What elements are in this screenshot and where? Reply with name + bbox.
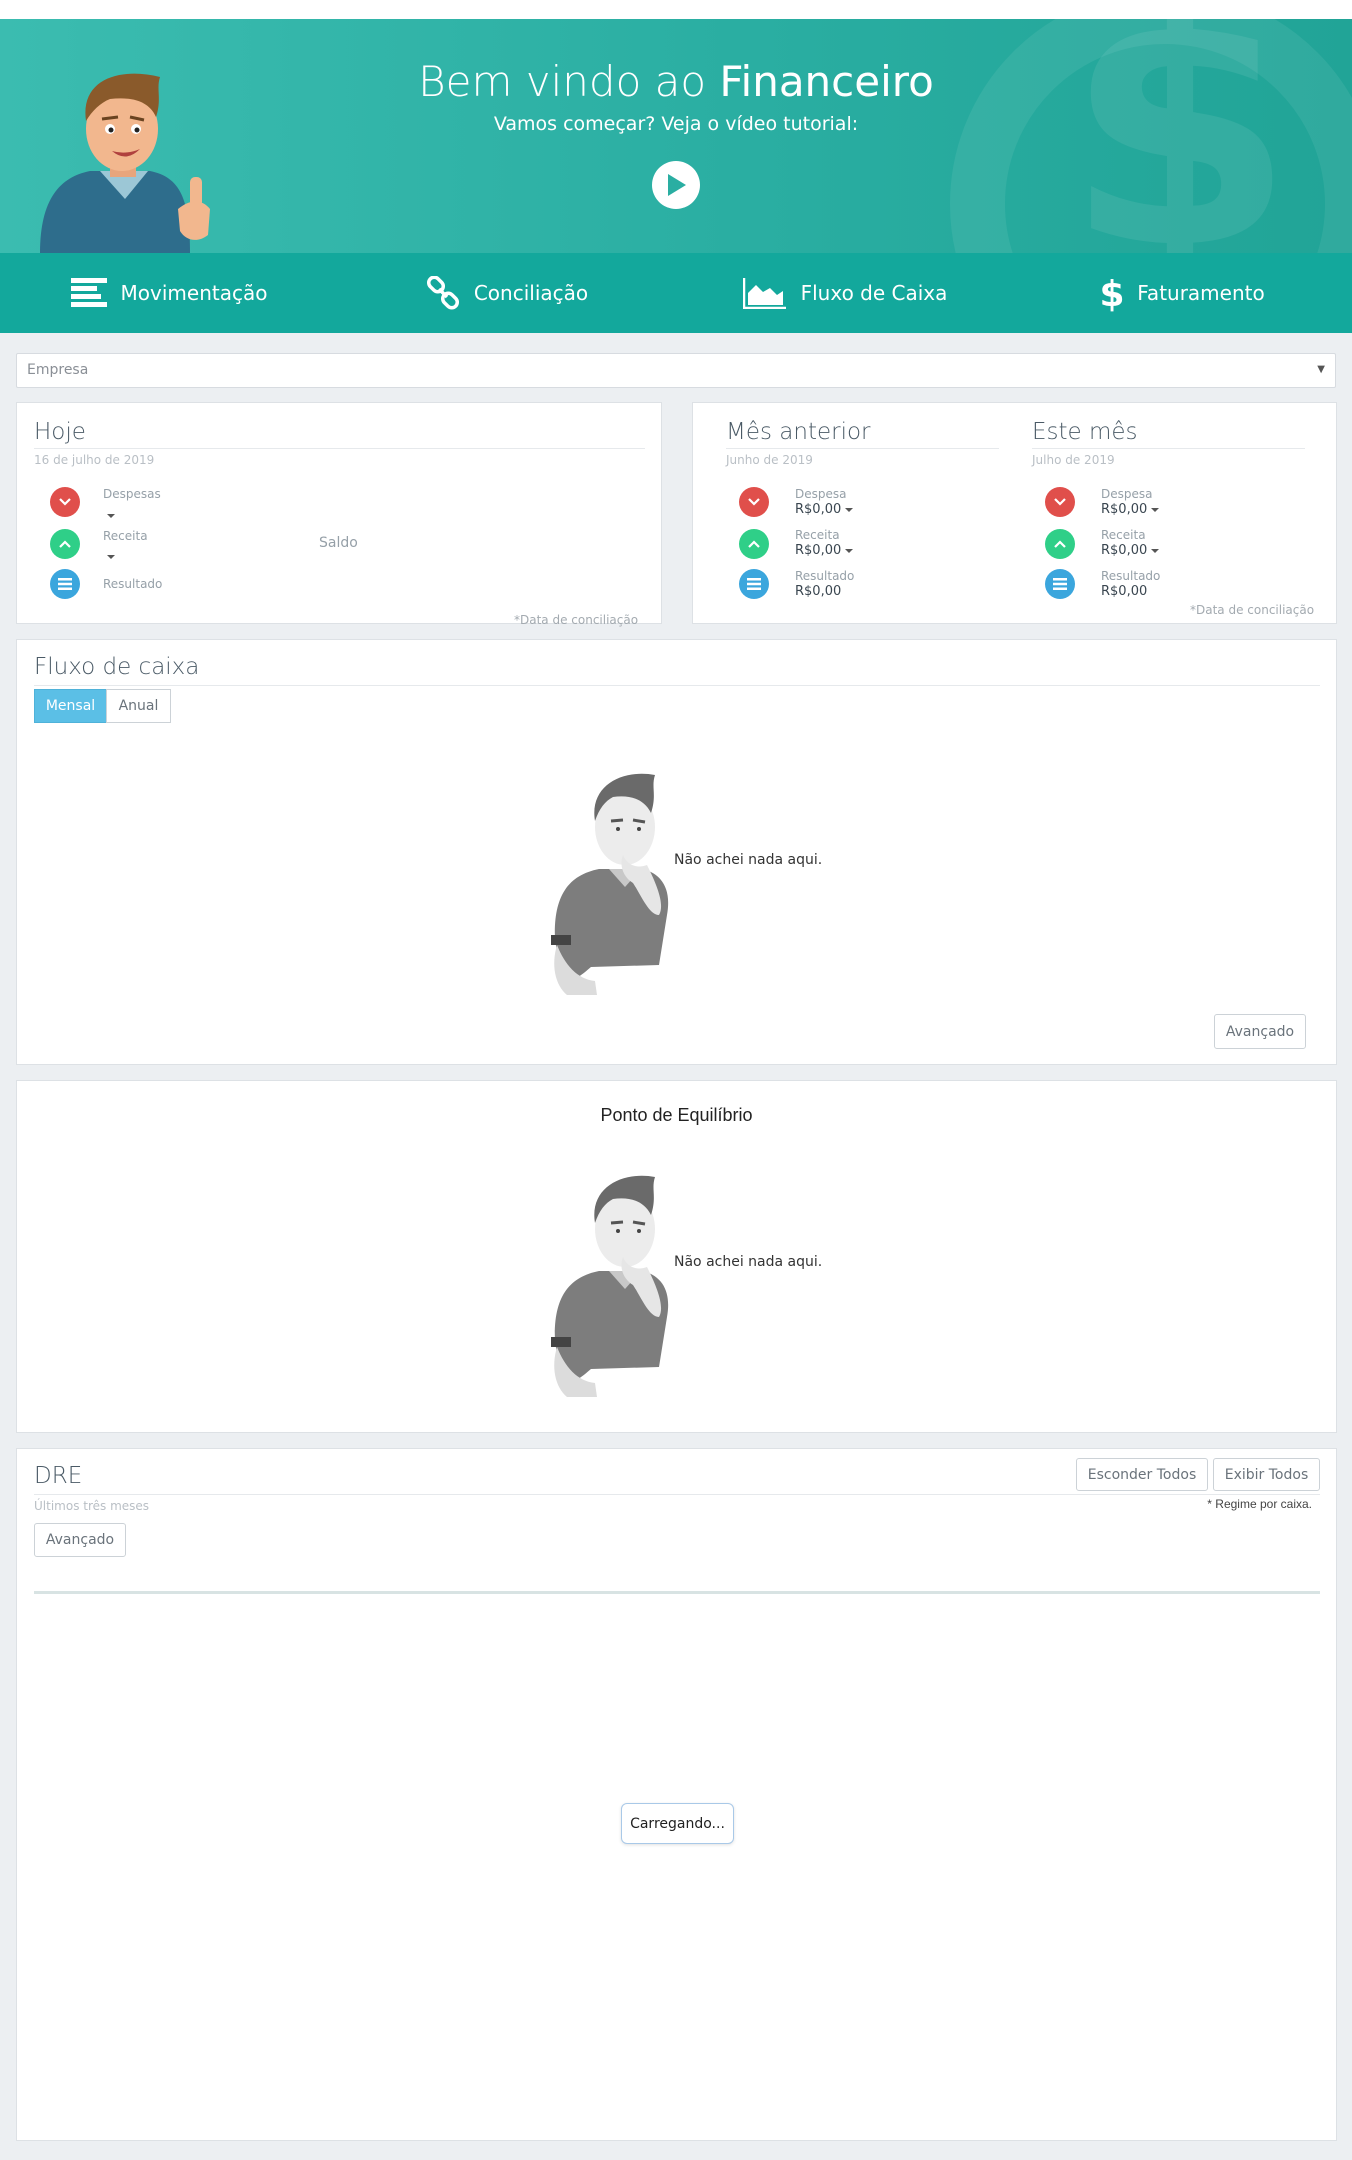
caret-down-icon: [1151, 507, 1160, 512]
previous-receita-value[interactable]: R$0,00: [795, 543, 854, 558]
cash-flow-card: Fluxo de caixa Mensal Anual Não achei na…: [16, 639, 1337, 1065]
income-icon: [1045, 529, 1075, 559]
main-nav: Movimentação Conciliação Fluxo de Caixa …: [0, 253, 1352, 333]
welcome-banner: $ Bem vindo ao Financeiro Vamos começar?…: [0, 19, 1352, 253]
thinking-man-icon: [551, 1175, 669, 1397]
dollar-watermark-icon: $: [1065, 19, 1295, 253]
despesas-label: Despesas: [103, 487, 161, 501]
welcome-title: Bem vindo ao Financeiro: [300, 57, 1052, 106]
expense-icon: [739, 487, 769, 517]
show-all-button[interactable]: Exibir Todos: [1213, 1458, 1320, 1491]
result-icon: [1045, 569, 1075, 599]
welcome-title-brand: Financeiro: [719, 57, 934, 106]
dollar-icon: $: [1101, 274, 1123, 312]
dre-title: DRE: [34, 1463, 83, 1489]
caret-down-icon: [845, 548, 854, 553]
area-chart-icon: [742, 278, 786, 309]
nav-item-movimentacao[interactable]: Movimentação: [0, 253, 338, 333]
empresa-select-placeholder: Empresa: [27, 362, 89, 378]
previous-despesa-label: Despesa: [795, 487, 847, 501]
receita-label: Receita: [103, 529, 148, 543]
divider: [34, 685, 1320, 686]
previous-despesa-value[interactable]: R$0,00: [795, 502, 854, 517]
previous-month-title: Mês anterior: [726, 419, 871, 445]
nav-label-faturamento: Faturamento: [1137, 281, 1265, 305]
empty-state: Não achei nada aqui.: [547, 765, 847, 995]
divider: [1032, 448, 1305, 449]
months-card: Mês anterior Junho de 2019 Despesa R$0,0…: [692, 402, 1337, 624]
previous-receita-label: Receita: [795, 528, 840, 542]
current-despesa-amount: R$0,00: [1101, 502, 1148, 517]
dre-subtitle: Últimos três meses: [34, 1499, 150, 1513]
svg-text:$: $: [1101, 274, 1123, 312]
mascot-thumbs-up-icon: [40, 73, 210, 253]
empty-state-text: Não achei nada aqui.: [674, 1254, 823, 1270]
previous-receita-amount: R$0,00: [795, 543, 842, 558]
advanced-button[interactable]: Avançado: [34, 1523, 126, 1557]
previous-despesa-amount: R$0,00: [795, 502, 842, 517]
today-date: 16 de julho de 2019: [34, 453, 155, 467]
nav-item-conciliacao[interactable]: Conciliação: [338, 253, 676, 333]
welcome-title-prefix: Bem vindo ao: [418, 57, 720, 106]
welcome-subtitle: Vamos começar? Veja o vídeo tutorial:: [493, 113, 859, 135]
empty-state-text: Não achei nada aqui.: [674, 852, 823, 868]
table-divider: [34, 1591, 1320, 1594]
result-icon: [739, 569, 769, 599]
thinking-man-icon: [551, 773, 669, 995]
current-receita-value[interactable]: R$0,00: [1101, 543, 1160, 558]
top-strip: [0, 0, 1352, 19]
divider: [726, 448, 999, 449]
current-receita-label: Receita: [1101, 528, 1146, 542]
cash-flow-title: Fluxo de caixa: [34, 654, 200, 680]
current-receita-amount: R$0,00: [1101, 543, 1148, 558]
conciliation-note: *Data de conciliação: [1190, 603, 1315, 617]
nav-item-faturamento[interactable]: $ Faturamento: [1014, 253, 1352, 333]
empty-state: Não achei nada aqui.: [547, 1167, 847, 1397]
income-icon: [739, 529, 769, 559]
resultado-label: Resultado: [103, 577, 163, 591]
list-lines-icon: [70, 278, 107, 307]
current-month-title: Este mês: [1032, 419, 1138, 445]
link-chain-icon: [426, 276, 459, 310]
current-despesa-label: Despesa: [1101, 487, 1153, 501]
result-icon: [50, 569, 80, 599]
nav-label-conciliacao: Conciliação: [473, 281, 589, 305]
despesas-dropdown-caret[interactable]: [107, 505, 115, 524]
regime-note: * Regime por caixa.: [1207, 1497, 1312, 1511]
caret-down-icon: [845, 507, 854, 512]
break-even-card: Ponto de Equilíbrio Não achei nada aqui.: [16, 1080, 1337, 1433]
advanced-button[interactable]: Avançado: [1214, 1014, 1306, 1049]
break-even-title: Ponto de Equilíbrio: [600, 1105, 753, 1125]
current-resultado-value: R$0,00: [1101, 584, 1148, 599]
conciliation-note: *Data de conciliação: [514, 613, 639, 627]
hide-all-button[interactable]: Esconder Todos: [1076, 1458, 1208, 1491]
nav-item-fluxo-de-caixa[interactable]: Fluxo de Caixa: [676, 253, 1014, 333]
divider: [34, 448, 645, 449]
expense-icon: [1045, 487, 1075, 517]
current-despesa-value[interactable]: R$0,00: [1101, 502, 1160, 517]
today-card: Hoje 16 de julho de 2019 Despesas Receit…: [16, 402, 662, 627]
dre-card: DRE Últimos três meses Esconder Todos Ex…: [16, 1448, 1337, 2141]
loading-indicator: Carregando...: [621, 1803, 734, 1844]
nav-label-movimentacao: Movimentação: [120, 281, 268, 305]
current-resultado-label: Resultado: [1101, 569, 1161, 583]
play-icon: [668, 174, 686, 196]
nav-label-fluxo-de-caixa: Fluxo de Caixa: [800, 281, 948, 305]
previous-resultado-label: Resultado: [795, 569, 855, 583]
caret-down-icon: [1151, 548, 1160, 553]
play-tutorial-button[interactable]: [652, 161, 700, 209]
tab-mensal[interactable]: Mensal: [34, 689, 107, 723]
current-month-date: Julho de 2019: [1032, 453, 1115, 467]
today-title: Hoje: [34, 419, 86, 445]
saldo-label: Saldo: [319, 535, 358, 551]
tab-anual[interactable]: Anual: [106, 689, 171, 723]
empresa-select[interactable]: Empresa ▼: [16, 353, 1336, 388]
previous-month-date: Junho de 2019: [726, 453, 813, 467]
chevron-down-icon: ▼: [1317, 364, 1325, 375]
divider: [34, 1494, 1320, 1495]
receita-dropdown-caret[interactable]: [107, 546, 115, 565]
income-icon: [50, 529, 80, 559]
expense-icon: [50, 487, 80, 517]
previous-resultado-value: R$0,00: [795, 584, 842, 599]
